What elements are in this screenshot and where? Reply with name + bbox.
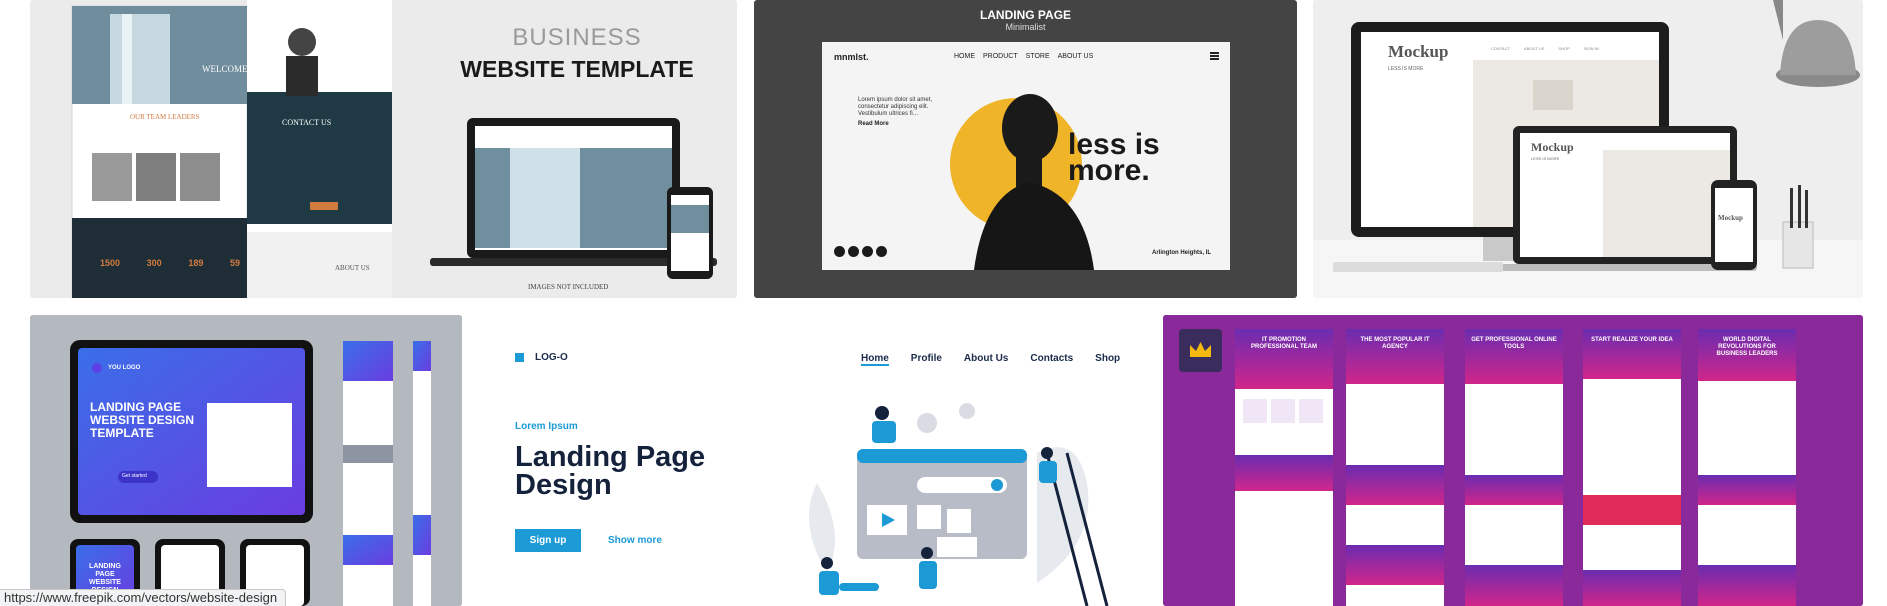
page-column-3 (1465, 329, 1563, 606)
mockup-nav-item: SIGN IN (1583, 46, 1599, 51)
business-team-heading: OUR TEAM LEADERS (130, 113, 200, 121)
stat-value: 189 (188, 258, 204, 268)
pinterest-icon (876, 246, 887, 257)
signup-button: Sign up (515, 529, 581, 552)
business-title-bold: WEBSITE TEMPLATE (460, 56, 694, 82)
mockup-brand-monitor: Mockup (1388, 42, 1449, 61)
thumbnail-mockup-devices[interactable]: Mockup LESS IS MORE CONTACT ABOUT US SHO… (1313, 0, 1863, 298)
landing-nav-about: About Us (963, 353, 1009, 364)
premium-badge (1179, 329, 1222, 372)
status-bar-url: https://www.freepik.com/vectors/website-… (0, 589, 287, 606)
business-contact-heading: CONTACT US (282, 118, 332, 127)
minimal-lorem: Lorem ipsum dolor sit amet, consectetur … (858, 97, 933, 117)
minimal-nav-item: HOME (954, 53, 975, 60)
business-stats: 1500 300 189 59 (100, 258, 240, 268)
landing-eyebrow: Lorem Ipsum (515, 421, 578, 432)
page-title-3: GET PROFESSIONAL ONLINE TOOLS (1471, 337, 1557, 350)
mockup-nav-item: ABOUT US (1524, 46, 1545, 51)
crown-icon (1190, 342, 1211, 357)
tablet-get-started: Get started (122, 473, 147, 479)
page-column-2 (1346, 329, 1444, 606)
minimal-read-more: Read More (858, 121, 889, 127)
stat-value: 300 (146, 258, 162, 268)
minimal-subtitle: Minimalist (1005, 22, 1046, 32)
twitter-icon (862, 246, 873, 257)
minimal-nav-item: ABOUT US (1057, 53, 1094, 60)
minimal-social-icons (834, 246, 887, 257)
thumbnail-landing-page-design[interactable]: LOG-O Home Profile About Us Contacts Sho… (477, 315, 1147, 606)
minimal-location: Arlington Heights, IL (1152, 250, 1211, 256)
landing-headline-2: Design (515, 469, 612, 501)
landing-nav-home: Home (861, 353, 889, 366)
business-welcome-text: WELCOME TO (202, 64, 262, 74)
mockup-tagline-monitor: LESS IS MORE (1388, 66, 1424, 72)
stat-value: 59 (229, 258, 240, 268)
business-title-light: BUSINESS (512, 24, 642, 51)
minimal-title: LANDING PAGE (979, 8, 1072, 22)
landing-nav-profile: Profile (910, 353, 942, 364)
stat-value: 1500 (100, 258, 121, 268)
thumbnail-tablet-landing[interactable]: YOU LOGO LANDING PAGE WEBSITE DESIGN TEM… (30, 315, 462, 606)
landing-headline-1: Landing Page (515, 441, 706, 473)
facebook-icon (834, 246, 845, 257)
tablet-logo-icon (92, 363, 102, 373)
tablet-headline: LANDING PAGE WEBSITE DESIGN TEMPLATE (90, 400, 195, 440)
landing-nav-shop: Shop (1095, 353, 1121, 364)
show-more-link: Show more (608, 535, 662, 546)
page-column-1 (1235, 329, 1333, 606)
page-title-2: THE MOST POPULAR IT AGENCY (1360, 337, 1430, 350)
business-note: IMAGES NOT INCLUDED (528, 283, 609, 291)
business-about-heading: ABOUT US (335, 264, 370, 272)
page-title-5: WORLD DIGITAL REVOLUTIONS FOR BUSINESS L… (1716, 337, 1778, 357)
tablet-logo: YOU LOGO (108, 365, 141, 371)
minimal-nav-item: PRODUCT (983, 53, 1018, 60)
mockup-nav: CONTACT ABOUT US SHOP SIGN IN (1491, 46, 1599, 51)
mockup-nav-item: SHOP (1558, 46, 1570, 51)
purple-templates-artwork (1163, 315, 1863, 606)
minimal-logo: mnmlst. (834, 52, 869, 62)
page-column-4 (1583, 329, 1681, 606)
minimal-nav-item: STORE (1025, 53, 1050, 60)
instagram-icon (848, 246, 859, 257)
minimal-nav: HOME PRODUCT STORE ABOUT US (954, 53, 1093, 60)
mockup-brand-laptop: Mockup (1531, 140, 1574, 154)
hamburger-icon (1210, 52, 1219, 60)
landing-illustration (809, 403, 1109, 606)
thumbnail-business-template[interactable]: BUSINESS WEBSITE TEMPLATE WELCOME TO OUR… (30, 0, 737, 298)
page-title-1: IT PROMOTION PROFESSIONAL TEAM (1251, 337, 1317, 350)
thumbnail-minimalist-landing[interactable]: LANDING PAGE Minimalist mnmlst. HOME PRO… (754, 0, 1297, 298)
landing-nav: Home Profile About Us Contacts Shop (861, 353, 1120, 366)
mockup-brand-phone: Mockup (1718, 214, 1743, 222)
landing-logo: LOG-O (535, 352, 568, 363)
mockup-tagline-laptop: LESS IS MORE (1531, 156, 1560, 161)
page-title-4: START REALIZE YOUR IDEA (1591, 337, 1673, 343)
page-column-5 (1698, 329, 1796, 606)
logo-square-icon (515, 353, 524, 362)
mockup-nav-item: CONTACT (1491, 46, 1511, 51)
landing-nav-contacts: Contacts (1030, 353, 1074, 364)
thumbnail-it-agency-templates[interactable]: IT PROMOTION PROFESSIONAL TEAM THE MOST … (1163, 315, 1863, 606)
minimal-page-preview: mnmlst. HOME PRODUCT STORE ABOUT US Lore… (822, 42, 1230, 270)
minimal-headline-2: more. (1068, 154, 1150, 187)
